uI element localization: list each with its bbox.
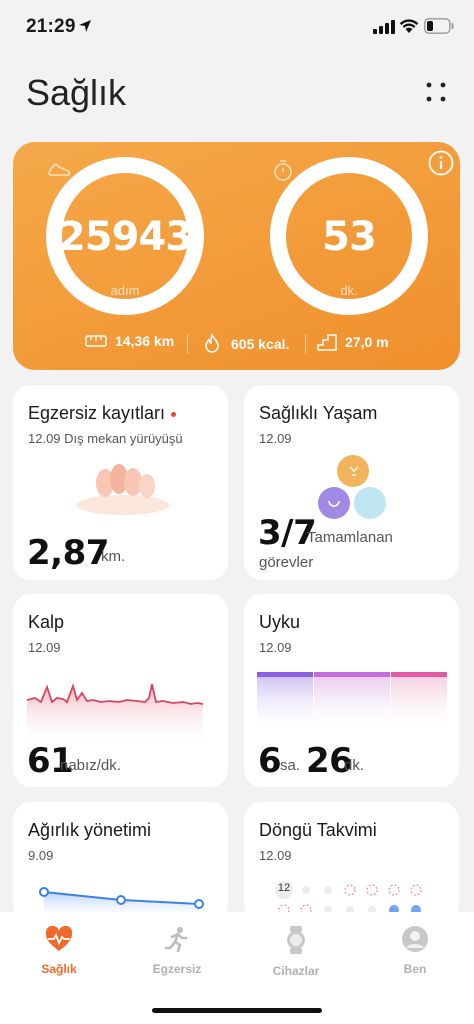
heart-pulse-icon: [45, 926, 73, 951]
tab-saglik[interactable]: Sağlık: [0, 926, 118, 976]
active-minutes-ring[interactable]: 53 dk.: [269, 156, 429, 316]
card-subtitle: 12.09: [259, 640, 292, 655]
info-icon[interactable]: [428, 150, 454, 176]
distance-stat: 14,36 km: [85, 333, 174, 349]
minutes-value: 53: [322, 214, 377, 260]
tab-label: Cihazlar: [272, 964, 320, 978]
status-bar: 21:29: [0, 0, 474, 56]
sleep-hours-unit: sa.: [280, 757, 301, 774]
card-title: Egzersiz kayıtları: [28, 403, 177, 424]
card-subtitle: 12.09: [259, 848, 292, 863]
location-arrow-icon: [79, 20, 91, 32]
distance-value: 14,36 km: [115, 333, 175, 349]
stopwatch-icon: [274, 160, 292, 181]
calories-stat: 605 kcal.: [201, 333, 289, 355]
floors-value: 27,0 m: [345, 334, 389, 350]
goals-unit-line1: Tamamlanan: [307, 529, 393, 546]
unread-dot: [171, 411, 177, 417]
sleep-hours-value: 6: [258, 741, 282, 781]
health-goals-bubbles: [318, 455, 386, 519]
tab-label: Sağlık: [41, 962, 77, 976]
stat-divider: [187, 335, 188, 353]
cycle-calendar-card[interactable]: Döngü Takvimi 12.09 12: [244, 802, 459, 922]
card-title: Ağırlık yönetimi: [28, 820, 152, 840]
card-title: Döngü Takvimi: [259, 820, 377, 840]
walking-feet-illustration: [77, 464, 169, 515]
watch-icon: [287, 926, 305, 954]
sleep-card[interactable]: Uyku 12.09 6 sa. 26 dk.: [244, 594, 459, 787]
steps-value: 25943: [57, 214, 193, 260]
status-time: 21:29: [26, 16, 76, 37]
tab-label: Ben: [403, 962, 427, 976]
card-title: Kalp: [28, 612, 65, 632]
distance-value: 2,87: [27, 533, 109, 573]
heart-rate-unit: nabız/dk.: [60, 757, 121, 774]
flame-icon: [205, 333, 219, 353]
card-subtitle: 9.09: [28, 848, 54, 863]
floors-stat: 27,0 m: [317, 333, 389, 351]
healthy-living-card[interactable]: Sağlıklı Yaşam 12.09 3/7 Tamamlanan göre…: [244, 385, 459, 580]
wifi-icon: [399, 19, 419, 33]
steps-unit: adım: [110, 283, 140, 298]
profile-icon: [402, 926, 428, 952]
page-title: Sağlık: [26, 72, 127, 113]
steps-ring[interactable]: 25943 adım: [45, 156, 205, 316]
ruler-icon: [85, 335, 107, 347]
card-subtitle: 12.09 Dış mekan yürüyüşü: [28, 431, 183, 446]
stat-divider: [305, 335, 306, 353]
sleep-minutes-unit: dk.: [344, 757, 365, 774]
cycle-day-label: 12: [277, 882, 291, 894]
distance-unit: km.: [101, 548, 126, 565]
more-grid-icon[interactable]: [424, 80, 448, 104]
cellular-signal-icon: [373, 20, 395, 34]
tab-cihazlar[interactable]: Cihazlar: [237, 926, 355, 978]
activity-stats-row: 14,36 km 605 kcal. 27,0 m: [13, 333, 460, 355]
tab-label: Egzersiz: [152, 962, 202, 976]
minutes-unit: dk.: [340, 283, 358, 298]
shoe-icon: [48, 163, 71, 176]
card-title: Uyku: [259, 612, 301, 632]
card-subtitle: 12.09: [28, 640, 61, 655]
exercise-records-card[interactable]: Egzersiz kayıtları 12.09 Dış mekan yürüy…: [13, 385, 228, 580]
goals-unit-line2: görevler: [259, 554, 314, 571]
heart-rate-chart: [27, 683, 204, 748]
card-title: Sağlıklı Yaşam: [259, 403, 378, 423]
card-subtitle: 12.09: [259, 431, 292, 446]
battery-icon: [424, 18, 454, 34]
tab-egzersiz[interactable]: Egzersiz: [118, 926, 236, 976]
weight-management-card[interactable]: Ağırlık yönetimi 9.09: [13, 802, 228, 922]
stairs-icon: [317, 334, 337, 351]
activity-summary-card[interactable]: 25943 adım 53 dk. 14,36 km 605 kcal. 27,…: [13, 142, 460, 370]
tab-ben[interactable]: Ben: [356, 926, 474, 976]
calories-value: 605 kcal.: [231, 336, 290, 352]
runner-icon: [164, 927, 188, 952]
heart-card[interactable]: Kalp 12.09 61 nabız/dk.: [13, 594, 228, 787]
sleep-stages-chart: [257, 672, 447, 734]
home-indicator[interactable]: [152, 1008, 322, 1013]
